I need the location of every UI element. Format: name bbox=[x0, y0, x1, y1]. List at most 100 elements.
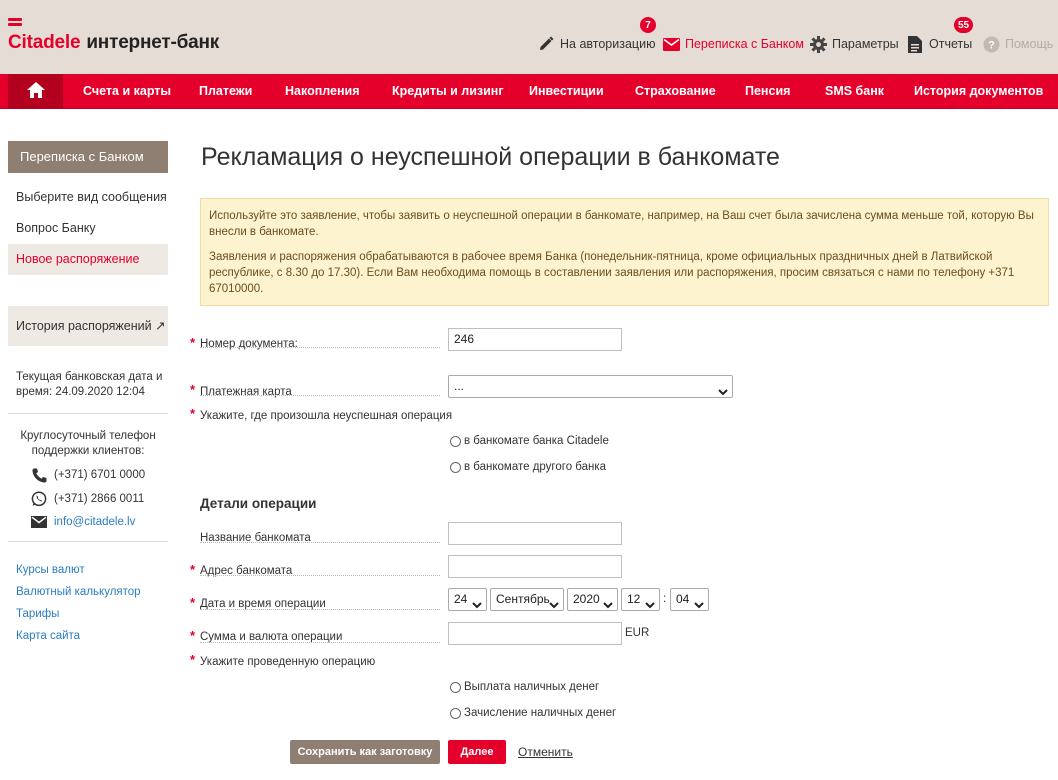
main-nav: Счета и карты Платежи Накопления Кредиты… bbox=[0, 74, 1058, 109]
amount-field[interactable] bbox=[448, 622, 622, 645]
cancel-link[interactable]: Отменить bbox=[518, 745, 573, 759]
chevron-down-icon bbox=[603, 595, 613, 616]
sidebar-item-choose-type[interactable]: Выберите вид сообщения bbox=[8, 182, 168, 213]
atm-address-field[interactable] bbox=[448, 555, 622, 578]
label-leader bbox=[200, 542, 440, 543]
notice-text-2: Заявления и распоряжения обрабатываются … bbox=[209, 251, 1015, 295]
nav-loans-leasing[interactable]: Кредиты и лизинг bbox=[392, 74, 504, 109]
day-select-value: 24 bbox=[454, 592, 468, 606]
operation-label: Укажите проведенную операцию bbox=[200, 656, 376, 668]
required-mark: * bbox=[190, 652, 196, 667]
messages-label: Переписка с Банком bbox=[685, 37, 804, 51]
location-label: Укажите, где произошла неуспешная операц… bbox=[200, 410, 453, 422]
next-button[interactable]: Далее bbox=[448, 740, 506, 764]
nav-insurance[interactable]: Страхование bbox=[635, 74, 716, 109]
sidebar-divider bbox=[8, 413, 168, 414]
gear-icon bbox=[809, 35, 827, 53]
required-mark: * bbox=[190, 382, 196, 397]
page-title: Рекламация о неуспешной операции в банко… bbox=[201, 143, 780, 171]
sidebar-divider bbox=[8, 541, 168, 542]
help-label: Помощь bbox=[1005, 37, 1054, 51]
sidebar-title: Переписка с Банком bbox=[8, 141, 168, 173]
radio-button[interactable] bbox=[450, 461, 461, 473]
chevron-down-icon bbox=[645, 595, 655, 616]
hour-select-value: 12 bbox=[627, 592, 641, 606]
settings-label: Параметры bbox=[832, 37, 899, 51]
radio-button[interactable] bbox=[450, 707, 461, 719]
day-select[interactable]: 24 bbox=[448, 588, 487, 611]
operation-option-deposit-label: Зачисление наличных денег bbox=[464, 707, 617, 719]
required-mark: * bbox=[190, 628, 196, 643]
chevron-down-icon bbox=[718, 382, 728, 403]
required-mark: * bbox=[190, 562, 196, 577]
chevron-down-icon bbox=[472, 595, 482, 616]
quick-link-tariffs[interactable]: Тарифы bbox=[16, 608, 59, 620]
notice-text-1: Используйте это заявление, чтобы заявить… bbox=[209, 210, 1034, 238]
label-leader bbox=[200, 395, 440, 396]
card-select[interactable]: ... bbox=[448, 375, 733, 398]
minute-select[interactable]: 04 bbox=[670, 588, 709, 611]
authorization-badge: 7 bbox=[640, 17, 656, 33]
bank-date-time: Текущая банковская дата и время: 24.09.2… bbox=[16, 371, 163, 398]
quick-link-currency-calculator[interactable]: Валютный калькулятор bbox=[16, 586, 141, 598]
phone-icon bbox=[30, 466, 48, 484]
reports-link[interactable]: Отчеты 55 bbox=[906, 17, 974, 55]
hour-select[interactable]: 12 bbox=[621, 588, 660, 611]
svg-text:?: ? bbox=[988, 39, 995, 51]
logo-mark-icon bbox=[8, 18, 24, 28]
support-email-link[interactable]: info@citadele.lv bbox=[54, 516, 135, 528]
nav-pension[interactable]: Пенсия bbox=[745, 74, 790, 109]
radio-button[interactable] bbox=[450, 435, 461, 447]
home-icon bbox=[26, 82, 45, 101]
question-icon: ? bbox=[982, 35, 1000, 53]
atm-name-field[interactable] bbox=[448, 522, 622, 545]
label-leader bbox=[200, 575, 440, 576]
quick-link-currency-rates[interactable]: Курсы валют bbox=[16, 564, 85, 576]
label-leader bbox=[200, 609, 440, 610]
card-select-value: ... bbox=[454, 379, 465, 393]
month-select[interactable]: Сентябрь bbox=[490, 588, 564, 611]
year-select[interactable]: 2020 bbox=[567, 588, 618, 611]
whatsapp-icon bbox=[30, 490, 48, 508]
nav-investments[interactable]: Инвестиции bbox=[529, 74, 604, 109]
location-option-citadele[interactable]: в банкомате банка Citadele bbox=[450, 435, 609, 447]
pencil-icon bbox=[537, 35, 555, 53]
nav-payments[interactable]: Платежи bbox=[199, 74, 252, 109]
sidebar-item-question[interactable]: Вопрос Банку bbox=[8, 213, 168, 244]
header-tools: На авторизацию 7 Переписка с Банком Пара… bbox=[0, 17, 1058, 55]
card-label: Платежная карта bbox=[200, 386, 292, 398]
support-whatsapp-number: (+371) 2866 0011 bbox=[54, 493, 145, 505]
authorization-label: На авторизацию bbox=[560, 37, 656, 51]
messages-link[interactable]: Переписка с Банком bbox=[662, 33, 804, 55]
sidebar: Переписка с Банком Выберите вид сообщени… bbox=[8, 141, 168, 275]
support-phone: (+371) 6701 0000 bbox=[30, 465, 145, 485]
envelope-icon bbox=[662, 35, 680, 53]
nav-accounts-cards[interactable]: Счета и карты bbox=[83, 74, 171, 109]
radio-button[interactable] bbox=[450, 681, 461, 693]
email-icon bbox=[30, 513, 48, 531]
doc-number-field[interactable]: 246 bbox=[448, 328, 622, 351]
month-select-value: Сентябрь bbox=[496, 592, 550, 606]
nav-savings[interactable]: Накопления bbox=[285, 74, 360, 109]
sidebar-item-new-order[interactable]: Новое распоряжение bbox=[8, 244, 168, 275]
location-option-other[interactable]: в банкомате другого банка bbox=[450, 461, 606, 473]
chevron-down-icon bbox=[549, 595, 559, 616]
quick-link-sitemap[interactable]: Карта сайта bbox=[16, 630, 80, 642]
home-button[interactable] bbox=[8, 74, 63, 109]
required-mark: * bbox=[190, 595, 196, 610]
operation-option-withdrawal[interactable]: Выплата наличных денег bbox=[450, 681, 599, 693]
support-email[interactable]: info@citadele.lv bbox=[30, 512, 135, 532]
required-mark: * bbox=[190, 406, 196, 421]
sidebar-item-order-history[interactable]: История распоряжений ↗ bbox=[8, 306, 168, 346]
nav-sms-bank[interactable]: SMS банк bbox=[825, 74, 884, 109]
required-mark: * bbox=[190, 335, 196, 350]
authorization-link[interactable]: На авторизацию 7 bbox=[537, 17, 656, 55]
operation-option-deposit[interactable]: Зачисление наличных денег bbox=[450, 707, 616, 719]
settings-link[interactable]: Параметры bbox=[809, 33, 899, 55]
time-separator: : bbox=[663, 593, 667, 605]
nav-document-history[interactable]: История документов bbox=[914, 74, 1043, 109]
details-section-title: Детали операции bbox=[200, 496, 317, 511]
save-draft-button[interactable]: Сохранить как заготовку bbox=[290, 740, 440, 764]
help-link[interactable]: ? Помощь bbox=[982, 33, 1053, 55]
support-whatsapp: (+371) 2866 0011 bbox=[30, 489, 144, 509]
